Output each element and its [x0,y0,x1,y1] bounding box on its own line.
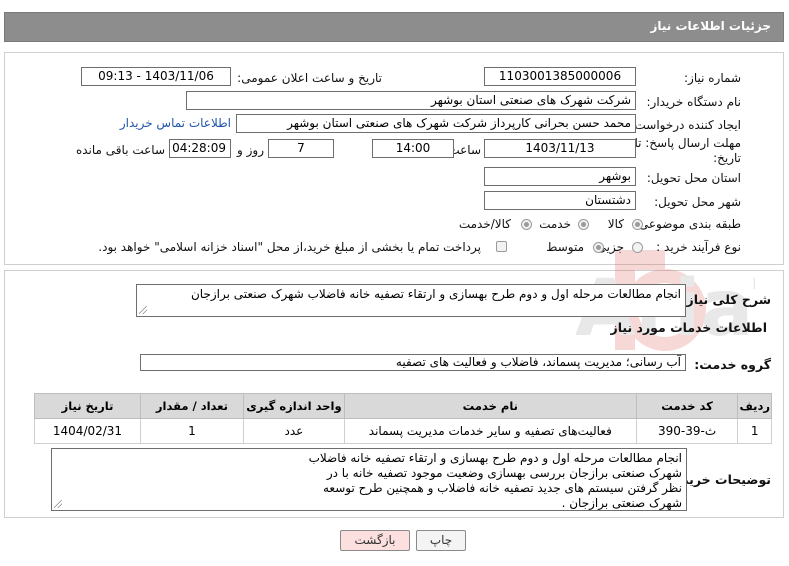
resize-grip-icon[interactable] [54,500,62,508]
services-table: ردیف کد خدمت نام خدمت واحد اندازه گیری ت… [34,393,772,444]
remaining-time-label: ساعت باقی مانده [75,143,165,157]
buyer-notes-line: شهرک صنعتی برازجان . [561,496,682,510]
services-section-title: اطلاعات خدمات مورد نیاز [610,320,768,335]
requester-label: ایجاد کننده درخواست: [630,118,741,132]
cell-row-number: 1 [737,418,772,444]
cell-unit: عدد [242,418,345,444]
category-radio-goods-service[interactable] [521,219,532,230]
buyer-notes-line: شهرک صنعتی برازجان بررسی بهسازی وضعیت مو… [326,466,682,480]
category-option-goods: کالا [607,217,624,231]
col-header-quantity: تعداد / مقدار [139,393,244,419]
col-header-code: کد خدمت [635,393,739,419]
category-radio-service[interactable] [578,219,589,230]
remaining-time-field: 04:28:09 [169,139,231,158]
need-number-field: 1103001385000006 [484,67,636,86]
back-button[interactable]: بازگشت [340,530,410,551]
col-header-name: نام خدمت [343,393,637,419]
resize-grip-icon[interactable] [139,306,147,314]
col-header-unit: واحد اندازه گیری [242,393,345,419]
table-header-row: ردیف کد خدمت نام خدمت واحد اندازه گیری ت… [34,393,772,419]
summary-label: شرح کلی نیاز: [681,292,771,307]
days-label: روز و [237,143,264,157]
buyer-notes-line: نظر گرفتن سیستم های جدید تصفیه خانه فاضل… [323,481,682,495]
cell-need-date: 1404/02/31 [34,418,141,444]
buyer-notes-textarea: انجام مطالعات مرحله اول و دوم طرح بهسازی… [51,448,687,511]
category-label: طبقه بندی موضوعی: [634,217,741,231]
deadline-label: مهلت ارسال پاسخ: تا [634,136,741,150]
col-header-date: تاریخ نیاز [34,393,141,419]
remaining-days-field: 7 [268,139,334,158]
deadline-date-label: تاریخ: [713,151,741,165]
process-option-medium: متوسط [546,240,584,254]
process-label: نوع فرآیند خرید : [656,240,741,254]
cell-service-name: فعالیت‌های تصفیه و سایر خدمات مدیریت پسم… [343,418,637,444]
process-radio-minor[interactable] [632,242,643,253]
summary-text: انجام مطالعات مرحله اول و دوم طرح بهسازی… [190,287,681,301]
process-radio-medium[interactable] [593,242,604,253]
col-header-row: ردیف [737,393,772,419]
cell-quantity: 1 [139,418,244,444]
cell-service-code: ث-39-390 [635,418,739,444]
treasury-payment-note: پرداخت تمام یا بخشی از مبلغ خرید،از محل … [98,240,481,254]
city-field: دشتستان [484,191,636,210]
buyer-org-field: شرکت شهرک های صنعتی استان بوشهر [186,91,636,110]
deadline-time-field: 14:00 [372,139,454,158]
service-group-field: آب رسانی؛ مدیریت پسماند، فاضلاب و فعالیت… [140,354,686,371]
announce-date-field: 1403/11/06 - 09:13 [81,67,231,86]
table-row: 1 ث-39-390 فعالیت‌های تصفیه و سایر خدمات… [34,418,772,444]
service-group-label: گروه خدمت: [694,357,771,372]
city-label: شهر محل تحویل: [654,195,741,209]
announce-date-label: تاریخ و ساعت اعلان عمومی: [237,71,382,85]
page-header: جزئیات اطلاعات نیاز [4,12,784,42]
deadline-date-field: 1403/11/13 [484,139,636,158]
province-label: استان محل تحویل: [646,171,741,185]
buyer-org-label: نام دستگاه خریدار: [646,95,742,109]
page-title: جزئیات اطلاعات نیاز [650,19,771,33]
buyer-notes-line: انجام مطالعات مرحله اول و دوم طرح بهسازی… [308,451,682,465]
requester-field: محمد حسن بحرانی کارپرداز شرکت شهرک های ص… [236,114,636,133]
treasury-payment-checkbox[interactable] [496,241,507,252]
category-option-goods-service: کالا/خدمت [458,217,511,231]
province-field: بوشهر [484,167,636,186]
print-button[interactable]: چاپ [416,530,466,551]
category-radio-goods[interactable] [632,219,643,230]
category-option-service: خدمت [539,217,571,231]
buyer-contact-link[interactable]: اطلاعات تماس خریدار [120,116,231,130]
need-number-label: شماره نیاز: [684,71,741,85]
summary-textarea: انجام مطالعات مرحله اول و دوم طرح بهسازی… [136,284,686,317]
